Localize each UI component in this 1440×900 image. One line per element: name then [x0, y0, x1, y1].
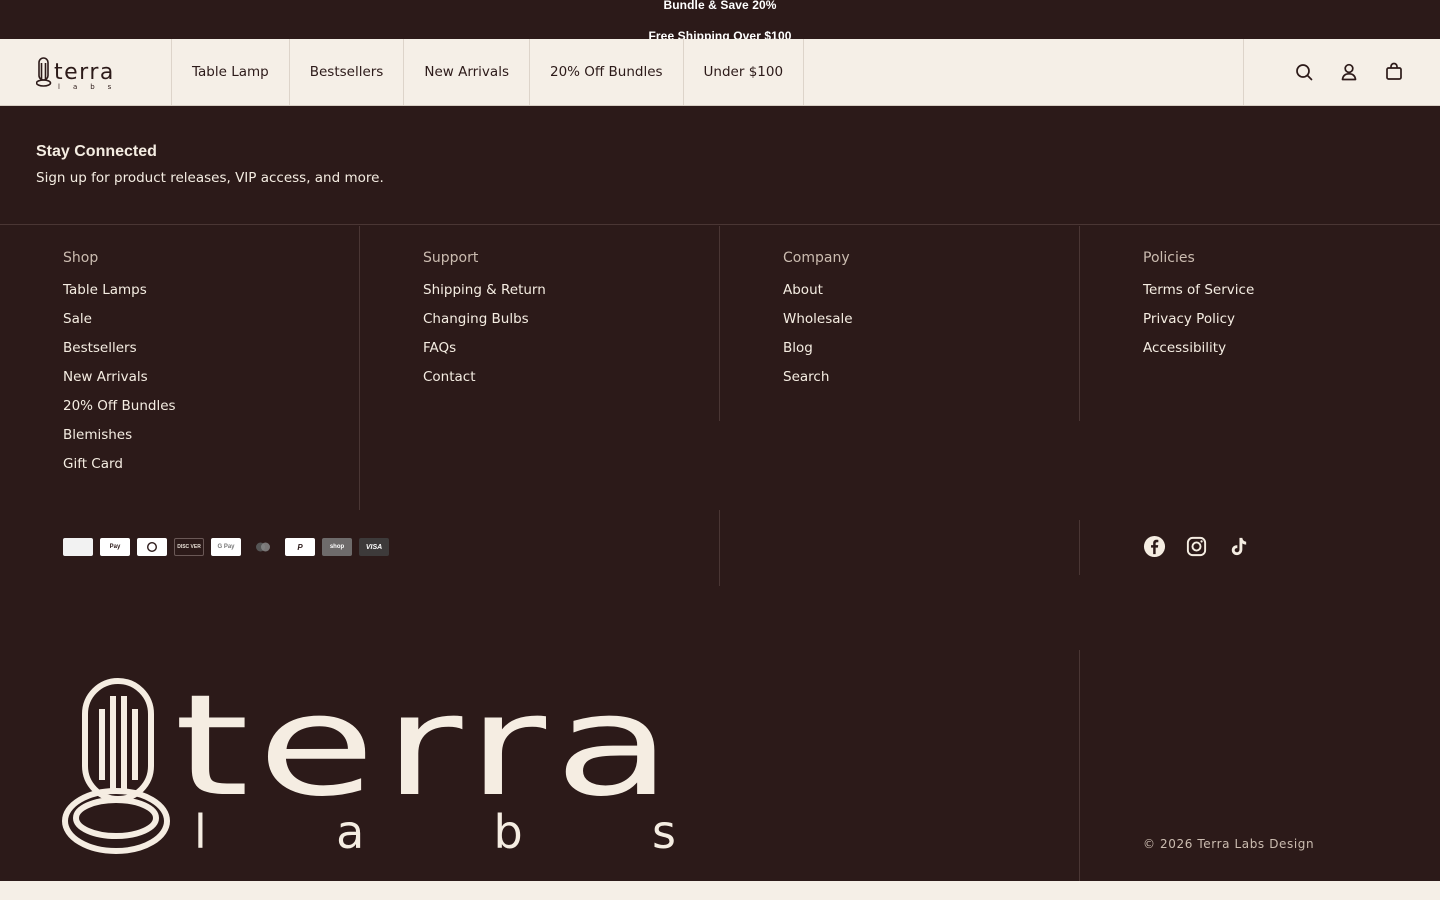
nav-bundles[interactable]: 20% Off Bundles: [530, 39, 684, 105]
footer-link[interactable]: About: [783, 276, 853, 305]
visa-label: VISA: [365, 543, 383, 551]
nav-under-100[interactable]: Under $100: [684, 39, 805, 105]
footer-column-title: Support: [423, 250, 479, 266]
footer-column-policies: Policies Terms of Service Privacy Policy…: [1143, 250, 1254, 363]
svg-text:labs: labs: [58, 83, 124, 91]
footer-column-support: Support Shipping & Return Changing Bulbs…: [423, 250, 546, 392]
footer-link[interactable]: Contact: [423, 363, 546, 392]
column-divider: [1079, 520, 1080, 575]
footer-link[interactable]: Gift Card: [63, 450, 176, 479]
footer-link[interactable]: Shipping & Return: [423, 276, 546, 305]
apple-pay-label: Pay: [109, 544, 121, 550]
column-divider: [719, 226, 720, 421]
bottom-strip: [0, 881, 1440, 900]
footer-link[interactable]: Search: [783, 363, 853, 392]
announcement-line-2: Free Shipping Over $100: [648, 29, 792, 39]
footer-column-title: Shop: [63, 250, 99, 266]
facebook-icon[interactable]: [1143, 535, 1166, 558]
account-icon[interactable]: [1338, 61, 1360, 83]
shop-pay-label: shop: [329, 544, 345, 550]
newsletter-subtitle: Sign up for product releases, VIP access…: [36, 170, 384, 186]
paypal-icon: P: [285, 538, 315, 556]
visa-icon: VISA: [359, 538, 389, 556]
instagram-icon[interactable]: [1185, 535, 1208, 558]
announcement-line-1: Bundle & Save 20%: [663, 0, 777, 12]
footer-link[interactable]: Wholesale: [783, 305, 853, 334]
social-links: [1143, 535, 1250, 558]
discover-label: DISC VER: [177, 544, 201, 550]
footer-link[interactable]: Sale: [63, 305, 176, 334]
footer-column-shop: Shop Table Lamps Sale Bestsellers New Ar…: [63, 250, 176, 479]
google-pay-label: G Pay: [217, 544, 235, 550]
newsletter-section: Stay Connected Sign up for product relea…: [0, 106, 1440, 225]
discover-icon: DISC VER: [174, 538, 204, 556]
search-icon[interactable]: [1293, 61, 1315, 83]
footer-column-title: Company: [783, 250, 850, 266]
google-pay-icon: G Pay: [211, 538, 241, 556]
footer-link[interactable]: FAQs: [423, 334, 546, 363]
footer-link[interactable]: Changing Bulbs: [423, 305, 546, 334]
amex-icon: [63, 538, 93, 556]
main-nav: Table Lamp Bestsellers New Arrivals 20% …: [171, 39, 805, 105]
footer-link[interactable]: New Arrivals: [63, 363, 176, 392]
header-logo[interactable]: terra labs: [35, 55, 142, 91]
footer-link[interactable]: Terms of Service: [1143, 276, 1254, 305]
footer-link[interactable]: Privacy Policy: [1143, 305, 1254, 334]
footer-column-title: Policies: [1143, 250, 1195, 266]
nav-table-lamp[interactable]: Table Lamp: [172, 39, 290, 105]
footer-link[interactable]: Accessibility: [1143, 334, 1254, 363]
newsletter-title: Stay Connected: [36, 143, 157, 160]
site-header: terra labs Table Lamp Bestsellers New Ar…: [0, 39, 1440, 106]
copyright: © 2026 Terra Labs Design: [1143, 837, 1315, 851]
column-divider: [1079, 226, 1080, 421]
footer-link[interactable]: Bestsellers: [63, 334, 176, 363]
payment-icons: Pay DISC VER G Pay P shop VISA: [63, 538, 389, 556]
cart-icon[interactable]: [1383, 61, 1405, 83]
column-divider: [1079, 650, 1080, 881]
announcement-bar: Bundle & Save 20% Free Shipping Over $10…: [0, 0, 1440, 39]
footer-link[interactable]: Blemishes: [63, 421, 176, 450]
nav-new-arrivals[interactable]: New Arrivals: [404, 39, 530, 105]
column-divider: [359, 226, 360, 510]
shop-pay-icon: shop: [322, 538, 352, 556]
column-divider: [719, 510, 720, 586]
svg-text:terra: terra: [54, 60, 115, 85]
footer-link[interactable]: Table Lamps: [63, 276, 176, 305]
header-actions: [1243, 39, 1440, 105]
tiktok-icon[interactable]: [1227, 535, 1250, 558]
mastercard-icon: [248, 538, 278, 556]
paypal-label: P: [297, 542, 303, 552]
footer-link[interactable]: 20% Off Bundles: [63, 392, 176, 421]
footer-logo: terra l a b s: [62, 665, 682, 859]
nav-bestsellers[interactable]: Bestsellers: [290, 39, 405, 105]
apple-pay-icon: Pay: [100, 538, 130, 556]
footer-column-company: Company About Wholesale Blog Search: [783, 250, 853, 392]
footer-link[interactable]: Blog: [783, 334, 853, 363]
diners-club-icon: [137, 538, 167, 556]
